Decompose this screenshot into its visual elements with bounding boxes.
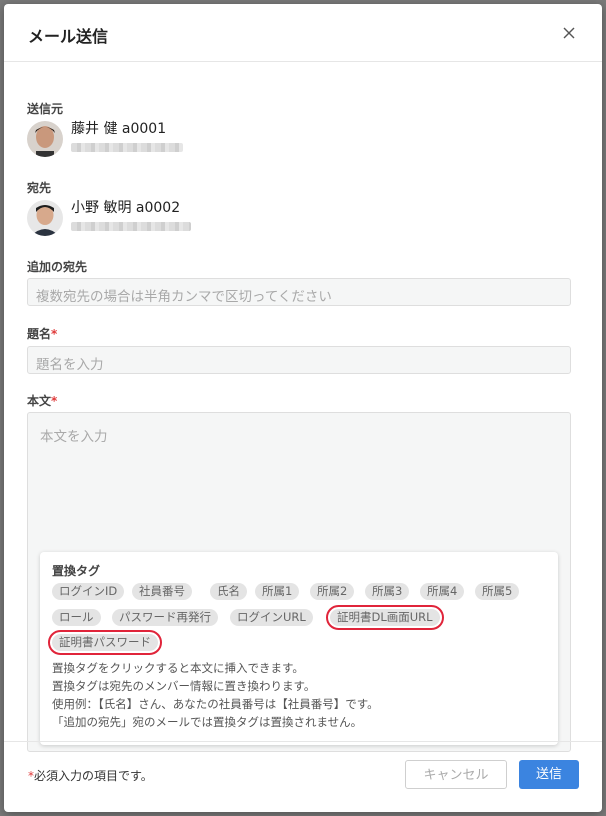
tag-password-reissue[interactable]: パスワード再発行	[112, 609, 218, 626]
tag-role[interactable]: ロール	[52, 609, 101, 626]
tag-note-2: 置換タグは宛先のメンバー情報に置き換わります。	[52, 679, 316, 693]
sender-label: 送信元	[27, 102, 64, 116]
additional-recipients-input[interactable]: 複数宛先の場合は半角カンマで区切ってください	[27, 278, 571, 306]
send-button[interactable]: 送信	[519, 760, 579, 789]
dialog-footer: *必須入力の項目です。 キャンセル 送信	[4, 741, 602, 812]
tag-note-3: 使用例：【氏名】さん、あなたの社員番号は【社員番号】です。	[52, 697, 379, 711]
tag-login-id[interactable]: ログインID	[52, 583, 125, 600]
body-textarea[interactable]: 本文を入力 置換タグ ログインID 社員番号 氏名 所属1 所属2 所属3 所属…	[27, 412, 571, 752]
tag-employee-number[interactable]: 社員番号	[132, 583, 192, 600]
tag-certificate-dl-url[interactable]: 証明書DL画面URL	[326, 605, 444, 630]
replacement-tag-panel: 置換タグ ログインID 社員番号 氏名 所属1 所属2 所属3 所属4 所属5 …	[40, 552, 558, 745]
body-placeholder: 本文を入力	[40, 429, 108, 445]
recipient-email-redacted	[71, 222, 191, 231]
dialog-header: メール送信	[4, 4, 602, 62]
required-mark: *	[51, 394, 58, 408]
tag-note-1: 置換タグをクリックすると本文に挿入できます。	[52, 661, 304, 675]
tag-panel-title: 置換タグ	[52, 564, 101, 578]
close-icon[interactable]	[560, 24, 578, 42]
recipient-label: 宛先	[27, 181, 52, 195]
tag-login-url[interactable]: ログインURL	[230, 609, 313, 626]
subject-label: 題名*	[27, 327, 58, 341]
dialog-body: 送信元 藤井 健 a0001 宛先 小野 敏明 a0002 追加の宛先 複数宛先…	[4, 62, 602, 752]
tag-department-4[interactable]: 所属4	[420, 583, 465, 600]
tag-department-1[interactable]: 所属1	[255, 583, 300, 600]
required-note: *必須入力の項目です。	[28, 769, 153, 783]
send-mail-dialog: メール送信 送信元 藤井 健 a0001 宛先 小野 敏明 a0002 追加の宛…	[4, 4, 602, 812]
sender-name: 藤井 健 a0001	[71, 121, 167, 137]
tag-department-5[interactable]: 所属5	[475, 583, 520, 600]
dialog-title: メール送信	[28, 27, 109, 46]
tag-department-3[interactable]: 所属3	[365, 583, 410, 600]
additional-recipients-label: 追加の宛先	[27, 260, 88, 274]
recipient-name: 小野 敏明 a0002	[71, 200, 181, 216]
sender-email-redacted	[71, 143, 183, 152]
tag-full-name[interactable]: 氏名	[210, 583, 247, 600]
body-label: 本文*	[27, 394, 58, 408]
cancel-button[interactable]: キャンセル	[405, 760, 507, 789]
subject-input[interactable]: 題名を入力	[27, 346, 571, 374]
tag-note-4: 「追加の宛先」宛のメールでは置換タグは置換されません。	[52, 715, 363, 729]
tag-certificate-password[interactable]: 証明書パスワード	[48, 630, 162, 655]
tag-department-2[interactable]: 所属2	[310, 583, 355, 600]
required-mark: *	[51, 327, 58, 341]
recipient-avatar	[27, 200, 63, 236]
sender-avatar	[27, 121, 63, 157]
